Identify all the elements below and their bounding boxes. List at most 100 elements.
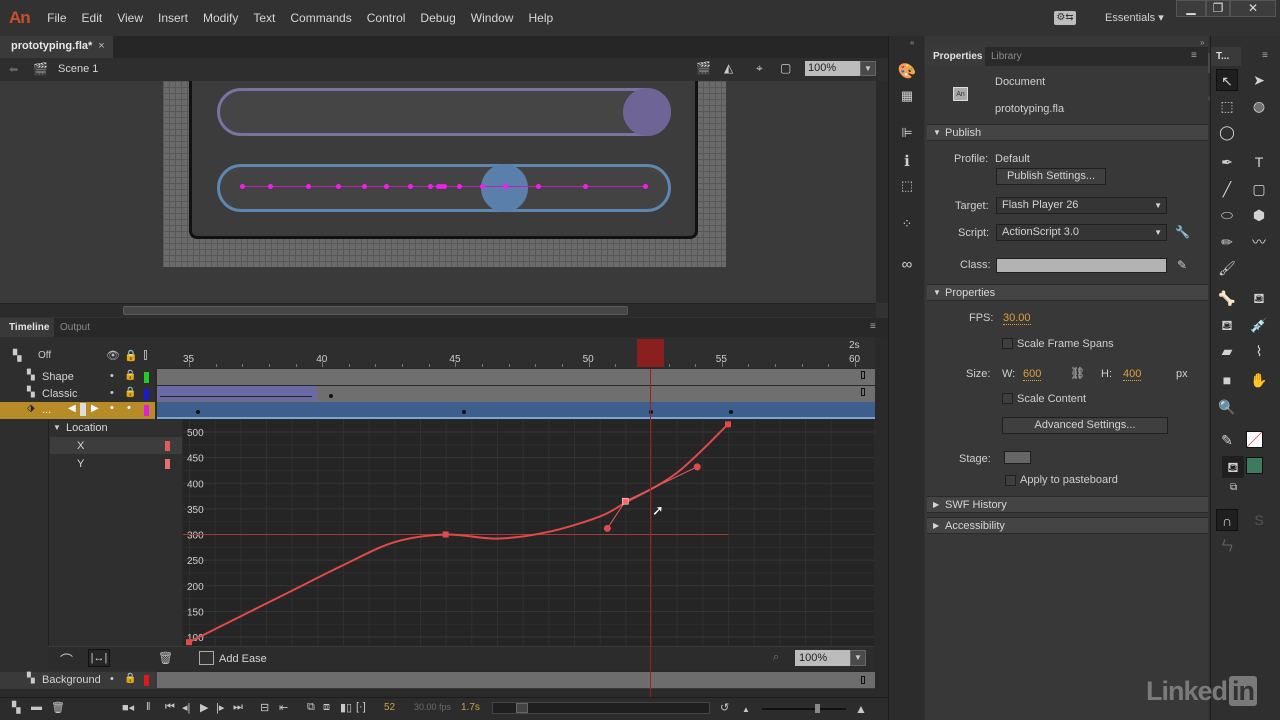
section-swf-history[interactable]: ▶ SWF History — [927, 496, 1208, 513]
timeline-zoom-slider[interactable] — [762, 708, 846, 710]
swap-colors-icon[interactable]: ⧉ — [1230, 482, 1237, 493]
menu-insert[interactable]: Insert — [151, 11, 196, 25]
add-keyframe-icon[interactable] — [80, 403, 86, 416]
advanced-settings-button[interactable]: Advanced Settings... — [1002, 417, 1168, 434]
add-ease-button[interactable]: Add Ease — [219, 653, 267, 665]
lasso-tool-icon[interactable]: ◯ — [1216, 121, 1238, 143]
curve-keyframe-point[interactable] — [186, 639, 192, 646]
motion-path-point[interactable] — [306, 184, 311, 189]
stage-scroll-thumb[interactable] — [123, 306, 628, 315]
motion-path-point[interactable] — [583, 184, 588, 189]
workspace-switcher[interactable]: Essentials ▾ — [1105, 11, 1164, 24]
wrench-icon[interactable]: 🔧 — [1175, 225, 1190, 239]
motion-tween-span[interactable] — [157, 402, 875, 419]
stage-zoom-dropdown[interactable]: ▼ — [860, 61, 876, 76]
menu-window[interactable]: Window — [463, 11, 521, 25]
stage-zoom-field[interactable]: 100% — [805, 61, 860, 76]
graph-zoom-field[interactable]: 100% — [795, 650, 850, 666]
collapse-arrow-icon[interactable]: ▼ — [53, 423, 61, 432]
section-publish[interactable]: ▼ Publish — [927, 124, 1208, 141]
layer-row-background[interactable]: ▚ Background • 🔒 — [0, 672, 875, 689]
delete-property-icon[interactable]: 🗑 — [158, 651, 173, 665]
timeline-scroll-thumb[interactable] — [516, 703, 528, 713]
straighten-icon[interactable]: ㄣ — [1216, 535, 1238, 557]
brush-tool-icon[interactable]: 🖌 — [1216, 257, 1238, 279]
menu-modify[interactable]: Modify — [196, 11, 246, 25]
minimize-button[interactable]: ▁ — [1176, 0, 1206, 17]
height-value[interactable]: 400 — [1123, 368, 1142, 381]
zoom-in-icon[interactable]: ▲ — [855, 702, 867, 716]
motion-path-point[interactable] — [362, 184, 367, 189]
snap-to-objects-icon[interactable]: ∩ — [1216, 509, 1238, 531]
layer-name[interactable]: Classic — [42, 388, 77, 400]
menu-edit[interactable]: Edit — [74, 11, 110, 25]
play-icon[interactable]: ▶ — [200, 701, 208, 714]
sync-settings-icon[interactable]: ⚙⇆ — [1054, 11, 1076, 25]
stage-color-swatch[interactable] — [1004, 451, 1031, 464]
next-keyframe-icon[interactable]: ▶ — [91, 403, 99, 414]
first-frame-icon[interactable]: ⏮ — [165, 701, 175, 714]
lock-icon[interactable]: 🔒 — [124, 387, 136, 398]
new-layer-icon[interactable]: ▚ — [12, 701, 20, 714]
modify-markers-icon[interactable]: [·] — [356, 701, 366, 713]
lock-icon[interactable]: 🔒 — [124, 673, 136, 684]
stroke-color-icon[interactable]: ✎ — [1216, 429, 1238, 451]
property-keyframe-dot[interactable] — [196, 410, 200, 414]
menu-file[interactable]: File — [40, 11, 74, 25]
stage-vertical-scrollbar[interactable] — [876, 81, 888, 303]
property-row-x[interactable] — [50, 437, 182, 454]
layer-color-swatch[interactable] — [144, 405, 149, 416]
x-property-curve[interactable] — [188, 423, 729, 644]
keyframe-dot[interactable] — [329, 394, 333, 398]
prev-keyframe-icon[interactable]: ◀ — [68, 403, 76, 414]
3d-rotation-tool-icon[interactable]: ◍ — [1248, 95, 1270, 117]
layer-color-swatch[interactable] — [144, 389, 149, 400]
motion-path-point[interactable] — [643, 184, 648, 189]
lock-all-icon[interactable]: 🔒 — [124, 349, 138, 362]
timeline-zoom-thumb[interactable] — [815, 704, 820, 713]
shape-slider-track[interactable] — [217, 88, 671, 136]
fps-value[interactable]: 30.00 — [1003, 312, 1031, 325]
visible-dot[interactable]: • — [110, 370, 114, 382]
timeline-menu-icon[interactable]: ≡ — [870, 321, 876, 332]
tab-library[interactable]: Library — [991, 51, 1022, 62]
close-tab-icon[interactable]: × — [98, 40, 104, 52]
link-dimensions-icon[interactable]: ⛓ — [1070, 366, 1085, 380]
info-panel-icon[interactable]: ℹ — [896, 152, 918, 170]
cc-libraries-icon[interactable]: ∞ — [896, 256, 918, 274]
menu-commands[interactable]: Commands — [283, 11, 359, 25]
last-frame-icon[interactable]: ⏭ — [233, 701, 243, 714]
stroke-color-swatch[interactable] — [1246, 431, 1263, 448]
motion-presets-icon[interactable]: ⁘ — [896, 216, 918, 234]
motion-path-point[interactable] — [384, 184, 389, 189]
edit-scene-icon[interactable]: 🎬 — [696, 61, 711, 75]
zoom-out-icon[interactable]: ▲ — [742, 705, 750, 714]
align-panel-icon[interactable]: ⊫ — [896, 125, 918, 143]
motion-path-point[interactable] — [240, 184, 245, 189]
bezier-handle-point[interactable] — [603, 524, 611, 532]
color-panel-icon[interactable]: 🎨 — [896, 62, 918, 80]
motion-editor-graph[interactable]: 100150200250300350400450500 — [183, 420, 874, 646]
layer-color-swatch[interactable] — [144, 372, 149, 383]
property-y-label[interactable]: Y — [77, 458, 84, 470]
layer-row-motion[interactable]: ⬗ ... ◀ ▶ • • — [0, 402, 155, 419]
tab-properties[interactable]: Properties — [925, 47, 985, 66]
lock-dot[interactable]: • — [127, 402, 131, 414]
curve-keyframe-point[interactable] — [725, 421, 731, 428]
tab-timeline[interactable]: Timeline — [0, 318, 54, 337]
location-group-label[interactable]: Location — [66, 422, 108, 434]
pencil-tool-icon[interactable]: ✏ — [1216, 231, 1238, 253]
tab-tools[interactable]: T... — [1211, 47, 1241, 66]
back-arrow-icon[interactable]: ⬅ — [9, 63, 18, 76]
step-forward-icon[interactable]: |▸ — [216, 701, 224, 714]
loop-icon[interactable]: ⊟ — [260, 701, 269, 714]
elapsed-time-readout[interactable]: 1.7s — [461, 702, 480, 713]
polystar-tool-icon[interactable]: ⬢ — [1248, 204, 1270, 226]
motion-path-point[interactable] — [536, 184, 541, 189]
zoom-tool-icon[interactable]: 🔍 — [1216, 396, 1238, 418]
restore-button[interactable]: ❐ — [1206, 0, 1230, 17]
center-frame-icon[interactable]: ⇤ — [279, 701, 288, 714]
publish-settings-button[interactable]: Publish Settings... — [996, 168, 1106, 185]
menu-help[interactable]: Help — [521, 11, 561, 25]
layer-name[interactable]: Shape — [42, 371, 74, 383]
